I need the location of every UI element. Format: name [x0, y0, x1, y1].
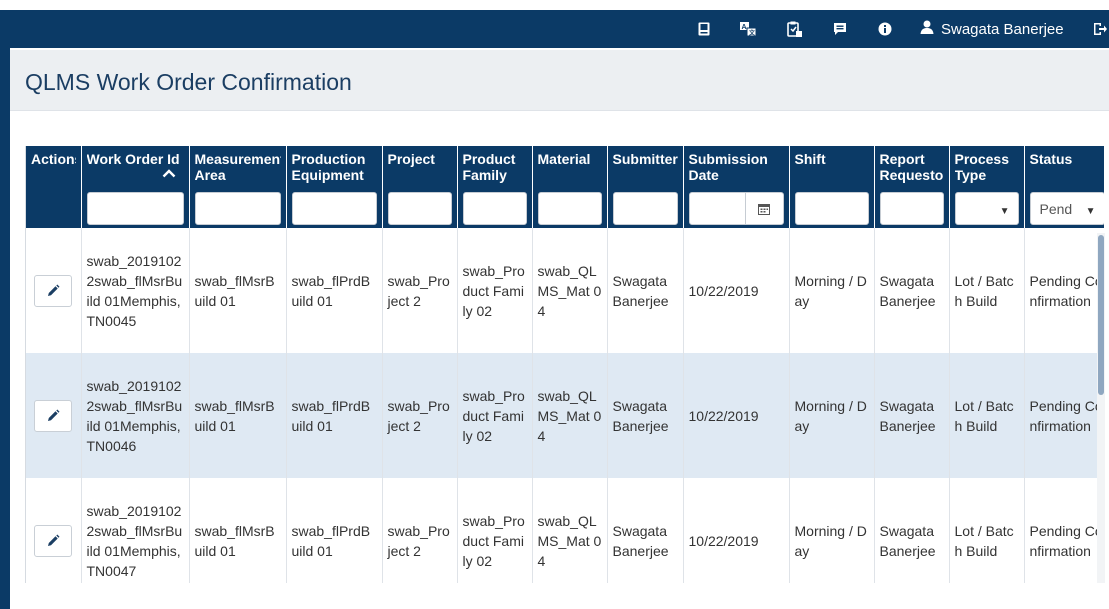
cell-report-requestor: Swagata Banerjee — [874, 353, 950, 478]
pencil-icon — [48, 284, 60, 296]
column-header-report-requestor[interactable]: Report Requestor — [874, 146, 950, 228]
cell-material: swab_QLMS_Mat 04 — [532, 353, 608, 478]
process-type-filter-select[interactable]: ▼ — [954, 192, 1019, 225]
cell-project: swab_Project 2 — [382, 478, 458, 583]
project-filter-input[interactable] — [387, 192, 452, 225]
book-icon[interactable] — [694, 10, 714, 48]
column-header-product-family[interactable]: Product Family — [457, 146, 533, 228]
production-equipment-filter-input[interactable] — [291, 192, 377, 225]
page-title: QLMS Work Order Confirmation — [25, 69, 352, 95]
work-order-grid: Actions Work Order Id Measurement Area P… — [25, 146, 1104, 583]
cell-product-family: swab_Product Family 02 — [457, 228, 533, 353]
cell-work-order-id: swab_20191022swab_flMsrBuild 01Memphis, … — [81, 228, 190, 353]
table-row[interactable]: swab_20191022swab_flMsrBuild 01Memphis, … — [26, 228, 1104, 353]
shift-filter-input[interactable] — [794, 192, 869, 225]
cell-measurement-area: swab_flMsrBuild 01 — [189, 228, 287, 353]
left-sidebar-rail — [0, 48, 10, 609]
column-header-process-type[interactable]: Process Type ▼ — [949, 146, 1025, 228]
main-content: Actions Work Order Id Measurement Area P… — [10, 111, 1109, 609]
work-order-id-filter-input[interactable] — [86, 192, 184, 225]
scrollbar-thumb[interactable] — [1098, 235, 1104, 395]
cell-report-requestor: Swagata Banerjee — [874, 228, 950, 353]
cell-process-type: Lot / Batch Build — [949, 353, 1025, 478]
top-navbar: A文 Swagata Banerjee — [0, 10, 1109, 48]
column-header-production-equipment[interactable]: Production Equipment — [286, 146, 383, 228]
cell-submission-date: 10/22/2019 — [683, 228, 790, 353]
cell-production-equipment: swab_flPrdBuild 01 — [286, 478, 383, 583]
cell-submission-date: 10/22/2019 — [683, 353, 790, 478]
material-filter-input[interactable] — [537, 192, 602, 225]
grid-vertical-scrollbar[interactable] — [1097, 233, 1105, 583]
cell-report-requestor: Swagata Banerjee — [874, 478, 950, 583]
svg-text:文: 文 — [748, 29, 756, 36]
page-header: QLMS Work Order Confirmation — [10, 50, 1109, 111]
user-name: Swagata Banerjee — [941, 20, 1064, 38]
cell-measurement-area: swab_flMsrBuild 01 — [189, 353, 287, 478]
status-filter-value: Pend — [1039, 201, 1073, 217]
cell-product-family: swab_Product Family 02 — [457, 353, 533, 478]
column-header-measurement-area[interactable]: Measurement Area — [189, 146, 287, 228]
column-header-shift[interactable]: Shift — [789, 146, 875, 228]
calendar-icon[interactable] — [744, 193, 783, 224]
user-icon — [920, 20, 934, 38]
product-family-filter-input[interactable] — [462, 192, 527, 225]
edit-button[interactable] — [34, 524, 73, 557]
column-header-material[interactable]: Material — [532, 146, 608, 228]
cell-process-type: Lot / Batch Build — [949, 228, 1025, 353]
pencil-icon — [48, 409, 60, 421]
column-header-submission-date[interactable]: Submission Date — [683, 146, 790, 228]
measurement-area-filter-input[interactable] — [194, 192, 281, 225]
column-header-actions: Actions — [26, 146, 82, 228]
dropdown-arrow-icon: ▼ — [1085, 206, 1096, 217]
cell-measurement-area: swab_flMsrBuild 01 — [189, 478, 287, 583]
logout-icon[interactable] — [1090, 10, 1109, 48]
column-header-submitter[interactable]: Submitter — [607, 146, 684, 228]
cell-work-order-id: swab_20191022swab_flMsrBuild 01Memphis, … — [81, 478, 190, 583]
sort-ascending-icon[interactable] — [162, 168, 176, 178]
table-row[interactable]: swab_20191022swab_flMsrBuild 01Memphis, … — [26, 478, 1104, 583]
cell-status: Pending Confirmation — [1024, 353, 1104, 478]
cell-project: swab_Project 2 — [382, 353, 458, 478]
cell-shift: Morning / Day — [789, 353, 875, 478]
cell-production-equipment: swab_flPrdBuild 01 — [286, 353, 383, 478]
submitter-filter-input[interactable] — [612, 192, 678, 225]
clipboard-icon[interactable] — [784, 10, 804, 48]
message-icon[interactable] — [830, 10, 850, 48]
column-header-status[interactable]: Status Pend ▼ — [1024, 146, 1104, 228]
report-requestor-filter-input[interactable] — [879, 192, 944, 225]
cell-submission-date: 10/22/2019 — [683, 478, 790, 583]
user-menu[interactable]: Swagata Banerjee — [920, 10, 1064, 48]
column-header-project[interactable]: Project — [382, 146, 458, 228]
svg-text:A: A — [742, 24, 747, 31]
cell-work-order-id: swab_20191022swab_flMsrBuild 01Memphis, … — [81, 353, 190, 478]
cell-material: swab_QLMS_Mat 04 — [532, 228, 608, 353]
edit-button[interactable] — [34, 399, 73, 432]
cell-product-family: swab_Product Family 02 — [457, 478, 533, 583]
column-header-work-order-id[interactable]: Work Order Id — [81, 146, 190, 228]
cell-status: Pending Confirmation — [1024, 228, 1104, 353]
submission-date-filter-input[interactable] — [688, 192, 784, 225]
cell-status: Pending Confirmation — [1024, 478, 1104, 583]
cell-shift: Morning / Day — [789, 228, 875, 353]
cell-project: swab_Project 2 — [382, 228, 458, 353]
cell-shift: Morning / Day — [789, 478, 875, 583]
status-filter-select[interactable]: Pend ▼ — [1029, 192, 1104, 225]
edit-button[interactable] — [34, 274, 73, 307]
top-strip — [0, 0, 1109, 10]
cell-production-equipment: swab_flPrdBuild 01 — [286, 228, 383, 353]
table-row[interactable]: swab_20191022swab_flMsrBuild 01Memphis, … — [26, 353, 1104, 478]
cell-submitter: Swagata Banerjee — [607, 228, 684, 353]
info-icon[interactable] — [875, 10, 895, 48]
translate-icon[interactable]: A文 — [738, 10, 758, 48]
cell-submitter: Swagata Banerjee — [607, 478, 684, 583]
cell-process-type: Lot / Batch Build — [949, 478, 1025, 583]
pencil-icon — [48, 534, 60, 546]
cell-submitter: Swagata Banerjee — [607, 353, 684, 478]
dropdown-arrow-icon: ▼ — [999, 206, 1010, 217]
cell-material: swab_QLMS_Mat 04 — [532, 478, 608, 583]
